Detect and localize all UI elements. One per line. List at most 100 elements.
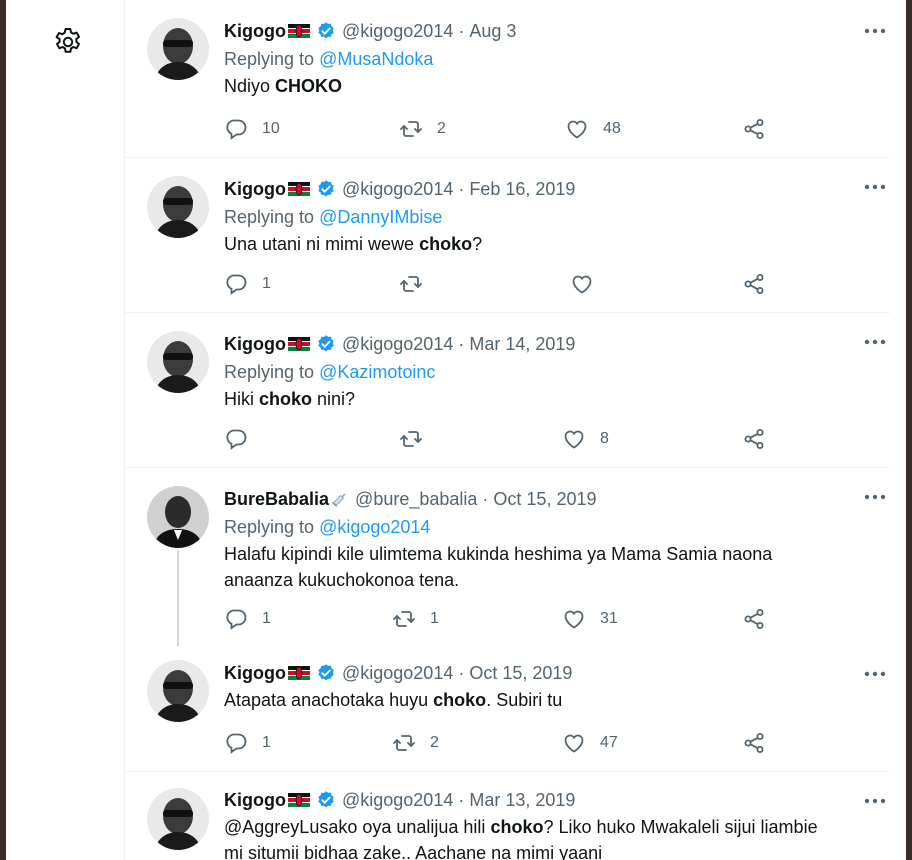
reply-count: 1 [262, 610, 271, 627]
author-name[interactable]: Kigogo [224, 788, 286, 812]
reply-button[interactable]: 10 [224, 117, 280, 141]
retweet-button[interactable] [399, 272, 437, 296]
verified-badge-icon [316, 21, 336, 41]
window-frame-right [906, 0, 912, 860]
share-icon [742, 607, 766, 631]
reply-icon [224, 607, 248, 631]
share-button[interactable] [742, 117, 766, 141]
avatar[interactable] [147, 331, 209, 393]
replying-to-label: Replying to [224, 362, 315, 382]
tweet-date[interactable]: Mar 13, 2019 [469, 788, 575, 812]
author-handle[interactable]: @bure_babalia [355, 487, 477, 511]
tweet-date[interactable]: Oct 15, 2019 [493, 487, 596, 511]
more-icon[interactable] [864, 339, 886, 345]
retweet-button[interactable]: 2 [392, 731, 439, 755]
separator-dot: · [458, 21, 465, 41]
author-handle[interactable]: @kigogo2014 [342, 19, 453, 43]
author-handle[interactable]: @kigogo2014 [342, 177, 453, 201]
tweet-date[interactable]: Mar 14, 2019 [469, 332, 575, 356]
avatar[interactable] [147, 788, 209, 850]
like-button[interactable]: 31 [562, 607, 618, 631]
retweet-button[interactable]: 1 [392, 607, 439, 631]
more-icon[interactable] [864, 184, 886, 190]
tweet-text-part: Hiki [224, 389, 259, 409]
author-name[interactable]: Kigogo [224, 332, 286, 356]
reply-count: 1 [262, 734, 271, 751]
tweet-text: Una utani ni mimi wewe choko? [224, 231, 870, 257]
more-icon[interactable] [864, 494, 886, 500]
replying-to-label: Replying to [224, 49, 315, 69]
heart-icon [565, 117, 589, 141]
tweet-text-part: ? Liko huko Mwakaleli sijui liambie [543, 817, 818, 837]
share-button[interactable] [742, 427, 766, 451]
share-button[interactable] [742, 607, 766, 631]
avatar[interactable] [147, 176, 209, 238]
tweet[interactable]: Kigogo @kigogo2014 · Oct 15, 2019 Atapat… [125, 646, 890, 772]
avatar[interactable] [147, 18, 209, 80]
more-icon[interactable] [864, 671, 886, 677]
tweet[interactable]: Kigogo @kigogo2014 · Aug 3 Replying to @… [125, 0, 890, 158]
more-icon[interactable] [864, 798, 886, 804]
like-button[interactable]: 48 [565, 117, 621, 141]
verified-badge-icon [316, 179, 336, 199]
reply-count: 10 [262, 120, 280, 137]
tweet-actions: 8 [224, 427, 784, 451]
tweet[interactable]: Kigogo @kigogo2014 · Mar 13, 2019 @Aggre… [125, 772, 890, 860]
reply-button[interactable] [224, 427, 262, 451]
tweet[interactable]: BureBabalia @bure_babalia · Oct 15, 2019… [125, 468, 890, 646]
author-name[interactable]: Kigogo [224, 19, 286, 43]
reply-button[interactable]: 1 [224, 272, 271, 296]
retweet-icon [399, 427, 423, 451]
reply-mention-link[interactable]: @kigogo2014 [319, 517, 430, 537]
reply-mention-link[interactable]: @MusaNdoka [319, 49, 433, 69]
tweet-date[interactable]: Oct 15, 2019 [469, 661, 572, 685]
tweet-date[interactable]: Aug 3 [469, 19, 516, 43]
reply-button[interactable]: 1 [224, 607, 271, 631]
author-name[interactable]: Kigogo [224, 177, 286, 201]
tweet-text-part: @AggreyLusako oya unalijua hili [224, 817, 491, 837]
separator-dot: · [482, 489, 489, 509]
reply-icon [224, 731, 248, 755]
retweet-button[interactable]: 2 [399, 117, 446, 141]
avatar[interactable] [147, 486, 209, 548]
separator-dot: · [458, 790, 465, 810]
retweet-icon [399, 272, 423, 296]
tweet[interactable]: Kigogo @kigogo2014 · Feb 16, 2019 Replyi… [125, 158, 890, 313]
verified-badge-icon [316, 663, 336, 683]
heart-icon [570, 272, 594, 296]
tweet-text-line: Halafu kipindi kile ulimtema kukinda hes… [224, 544, 773, 564]
like-button[interactable]: 8 [562, 427, 609, 451]
author-handle[interactable]: @kigogo2014 [342, 332, 453, 356]
gear-icon[interactable] [52, 26, 84, 58]
author-name[interactable]: BureBabalia [224, 487, 329, 511]
replying-to-label: Replying to [224, 517, 315, 537]
like-button[interactable] [570, 272, 608, 296]
tweet-text-part: ? [472, 234, 483, 254]
reply-button[interactable]: 1 [224, 731, 271, 755]
tweet[interactable]: Kigogo @kigogo2014 · Mar 14, 2019 Replyi… [125, 313, 890, 468]
share-icon [742, 731, 766, 755]
heart-icon [562, 427, 586, 451]
tweet-text-highlight: choko [419, 234, 473, 254]
tweet-date[interactable]: Feb 16, 2019 [469, 177, 575, 201]
reply-mention-link[interactable]: @Kazimotoinc [319, 362, 435, 382]
retweet-button[interactable] [399, 427, 437, 451]
like-button[interactable]: 47 [562, 731, 618, 755]
tweet-timeline: Kigogo @kigogo2014 · Aug 3 Replying to @… [124, 0, 890, 860]
author-handle[interactable]: @kigogo2014 [342, 788, 453, 812]
author-handle[interactable]: @kigogo2014 [342, 661, 453, 685]
author-name[interactable]: Kigogo [224, 661, 286, 685]
verified-badge-icon [316, 334, 336, 354]
replying-to: Replying to @Kazimotoinc [224, 360, 870, 384]
tweet-text-line: mi situmii bidhaa zake.. Aachane na mimi… [224, 843, 603, 860]
share-button[interactable] [742, 731, 766, 755]
reply-mention-link[interactable]: @DannyIMbise [319, 207, 442, 227]
retweet-count: 2 [430, 734, 439, 751]
more-icon[interactable] [864, 28, 886, 34]
tweet-text-line: @AggreyLusako oya unalijua hili choko? L… [224, 814, 870, 840]
share-button[interactable] [742, 272, 766, 296]
tweet-text-part: . Subiri tu [486, 690, 563, 710]
avatar[interactable] [147, 660, 209, 722]
retweet-icon [399, 117, 423, 141]
share-icon [742, 272, 766, 296]
